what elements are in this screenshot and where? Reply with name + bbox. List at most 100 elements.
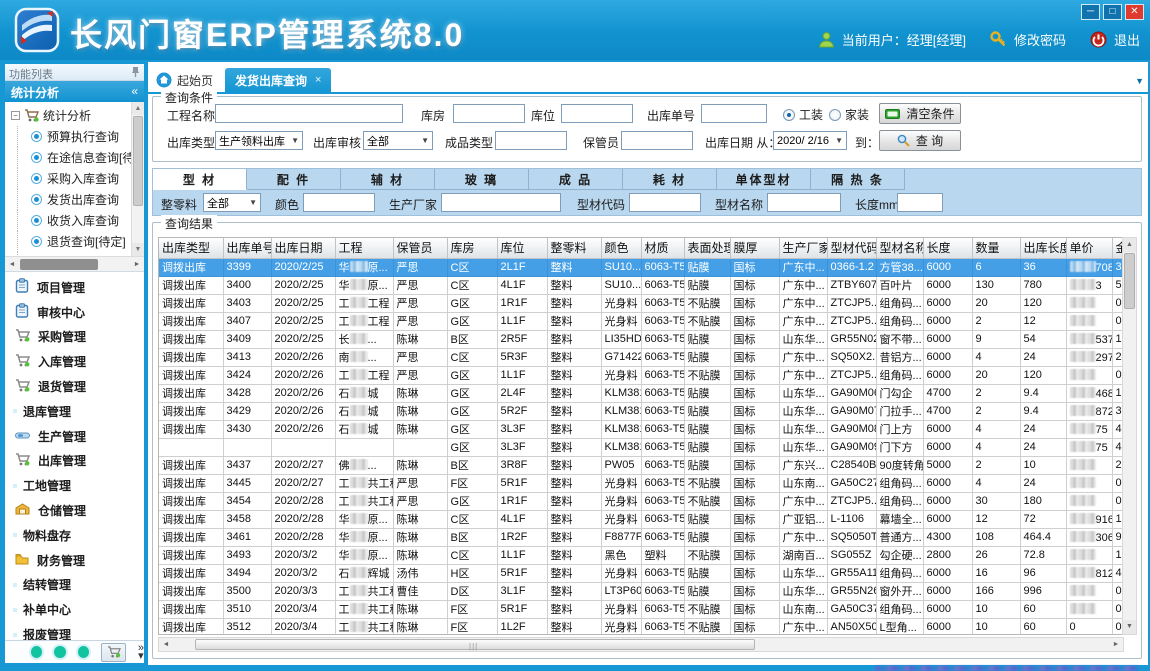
profile-code-input[interactable]	[629, 193, 701, 212]
search-button[interactable]: 查 询	[879, 130, 961, 151]
table-row[interactable]: 调拨出库34092020/2/25长...陈琳B区2R5F整料LI35HD606…	[159, 330, 1124, 348]
table-row[interactable]: 调拨出库35122020/3/4工共工程陈琳F区1L2F整料光身料6063-T5…	[159, 618, 1124, 635]
cart-toolbar-button[interactable]	[101, 643, 126, 662]
toolbar-overflow-button[interactable]: »▾	[138, 644, 144, 660]
scroll-up-icon[interactable]: ▲	[132, 102, 144, 115]
table-row[interactable]: 调拨出库35102020/3/4工共工程陈琳F区5R1F整料光身料6063-T5…	[159, 600, 1124, 618]
logout-link[interactable]: 退出	[1114, 30, 1140, 49]
sidebar-module-入库管理[interactable]: 入库管理	[5, 349, 144, 374]
scroll-left-icon[interactable]: ◄	[159, 641, 173, 648]
sidebar-module-采购管理[interactable]: 采购管理	[5, 325, 144, 350]
tree-item-采购入库查询[interactable]: 采购入库查询	[5, 168, 144, 189]
minimize-button[interactable]: ─	[1081, 4, 1100, 20]
column-header-库房[interactable]: 库房	[447, 238, 497, 258]
module-dot-icon[interactable]	[78, 646, 89, 658]
table-row[interactable]: 调拨出库34002020/2/25华原...严思C区4L1F整料SU10...6…	[159, 276, 1124, 294]
material-tab-型材[interactable]: 型 材	[153, 169, 247, 190]
sidebar-module-审核中心[interactable]: 审核中心	[5, 300, 144, 325]
tree-item-发货出库查询[interactable]: 发货出库查询	[5, 189, 144, 210]
tree-horizontal-scrollbar[interactable]: ◄ ►	[5, 256, 144, 271]
table-row[interactable]: 调拨出库33992020/2/25华原...严思C区2L1F整料SU10...6…	[159, 258, 1124, 276]
tab-close-icon[interactable]: ×	[315, 74, 321, 86]
column-header-型材代码[interactable]: 型材代码	[827, 238, 876, 258]
sidebar-module-财务管理[interactable]: 财务管理	[5, 548, 144, 573]
sidebar-module-物料盘存[interactable]: 物料盘存	[5, 523, 144, 548]
sidebar-module-报废管理[interactable]: 报废管理	[5, 622, 144, 640]
radio-jiazhuang[interactable]: 家装	[829, 106, 869, 123]
scroll-right-icon[interactable]: ►	[1109, 641, 1123, 648]
sidebar-module-退货管理[interactable]: 退货管理	[5, 374, 144, 399]
sidebar-module-出库管理[interactable]: 出库管理	[5, 449, 144, 474]
sidebar-module-工地管理[interactable]: 工地管理	[5, 473, 144, 498]
module-dot-icon[interactable]	[31, 646, 42, 658]
column-header-颜色[interactable]: 颜色	[601, 238, 641, 258]
warehouse-input[interactable]	[453, 104, 525, 123]
tree-item-在途信息查询[待[interactable]: 在途信息查询[待	[5, 147, 144, 168]
keeper-input[interactable]	[621, 131, 693, 150]
table-row[interactable]: 调拨出库34302020/2/26石城陈琳G区3L3F整料KLM38176063…	[159, 420, 1124, 438]
close-button[interactable]: ✕	[1125, 4, 1144, 20]
audit-dropdown[interactable]: 全部▼	[363, 131, 433, 150]
scroll-down-icon[interactable]: ▼	[132, 243, 144, 256]
table-row[interactable]: 调拨出库34612020/2/28华原...陈琳B区1R2F整料F8877FT6…	[159, 528, 1124, 546]
out-type-dropdown[interactable]: 生产领料出库▼	[215, 131, 303, 150]
pin-icon[interactable]	[131, 66, 140, 78]
change-password-link[interactable]: 修改密码	[1014, 30, 1066, 49]
column-header-生产厂家[interactable]: 生产厂家	[779, 238, 827, 258]
sidebar-module-结转管理[interactable]: 结转管理	[5, 573, 144, 598]
sidebar-module-补单中心[interactable]: 补单中心	[5, 597, 144, 622]
scroll-thumb[interactable]	[1124, 253, 1135, 309]
length-input[interactable]	[897, 193, 943, 212]
order-no-input[interactable]	[701, 104, 767, 123]
table-row[interactable]: 调拨出库34292020/2/26石城陈琳G区5R2F整料KLM38176063…	[159, 402, 1124, 420]
module-dot-icon[interactable]	[54, 646, 65, 658]
table-row[interactable]: 调拨出库34032020/2/25工工程严思G区1R1F整料光身料6063-T5…	[159, 294, 1124, 312]
sidebar-module-仓储管理[interactable]: 仓储管理	[5, 498, 144, 523]
tree-item-收货入库查询[interactable]: 收货入库查询	[5, 210, 144, 231]
column-header-单价[interactable]: 单价	[1066, 238, 1112, 258]
product-type-input[interactable]	[495, 131, 567, 150]
zhengling-dropdown[interactable]: 全部▼	[203, 193, 261, 212]
column-header-保管员[interactable]: 保管员	[393, 238, 447, 258]
column-header-数量[interactable]: 数量	[972, 238, 1020, 258]
date-from-dropdown[interactable]: 2020/ 2/16▼	[773, 131, 847, 150]
sidebar-module-项目管理[interactable]: 项目管理	[5, 275, 144, 300]
column-header-表面处理[interactable]: 表面处理	[684, 238, 730, 258]
column-header-库位[interactable]: 库位	[497, 238, 547, 258]
maximize-button[interactable]: □	[1103, 4, 1122, 20]
clear-conditions-button[interactable]: 清空条件	[879, 103, 961, 124]
tree-expand-icon[interactable]: −	[11, 111, 20, 120]
table-row[interactable]: 调拨出库34542020/2/28工共工程严思G区1R1F整料光身料6063-T…	[159, 492, 1124, 510]
manufacturer-input[interactable]	[441, 193, 561, 212]
column-header-膜厚[interactable]: 膜厚	[730, 238, 779, 258]
column-header-型材名称[interactable]: 型材名称	[876, 238, 923, 258]
material-tab-玻璃[interactable]: 玻 璃	[435, 169, 529, 190]
tree-vertical-scrollbar[interactable]: ▲ ▼	[131, 102, 144, 256]
column-header-出库长度[interactable]: 出库长度	[1020, 238, 1066, 258]
scroll-up-icon[interactable]: ▲	[1123, 238, 1136, 252]
column-header-整零料[interactable]: 整零料	[547, 238, 601, 258]
table-row[interactable]: 调拨出库34132020/2/26南...严思C区5R3F整料G71422606…	[159, 348, 1124, 366]
table-row[interactable]: 调拨出库34582020/2/28华原...陈琳C区4L1F整料光身料6063-…	[159, 510, 1124, 528]
material-tab-单体型材[interactable]: 单体型材	[717, 169, 811, 190]
column-header-出库日期[interactable]: 出库日期	[271, 238, 335, 258]
column-header-出库类型[interactable]: 出库类型	[159, 238, 223, 258]
tab-active[interactable]: 发货出库查询 ×	[225, 68, 331, 92]
stat-group-header[interactable]: 统计分析 «	[5, 81, 144, 102]
scroll-thumb[interactable]	[20, 259, 98, 270]
material-tab-配件[interactable]: 配 件	[247, 169, 341, 190]
column-header-材质[interactable]: 材质	[641, 238, 684, 258]
scroll-right-icon[interactable]: ►	[130, 261, 144, 268]
sidebar-module-退库管理[interactable]: 退库管理	[5, 399, 144, 424]
profile-name-input[interactable]	[767, 193, 841, 212]
table-row[interactable]: 调拨出库34452020/2/27工共工程严思F区5R1F整料光身料6063-T…	[159, 474, 1124, 492]
table-row[interactable]: 调拨出库34932020/3/2华原...陈琳C区1L1F整料黑色塑料不贴膜国标…	[159, 546, 1124, 564]
column-header-长度[interactable]: 长度	[923, 238, 972, 258]
table-row[interactable]: 调拨出库34242020/2/26工工程严思G区1L1F整料光身料6063-T5…	[159, 366, 1124, 384]
material-tab-成品[interactable]: 成 品	[529, 169, 623, 190]
material-tab-辅材[interactable]: 辅 材	[341, 169, 435, 190]
color-input[interactable]	[303, 193, 375, 212]
tab-list-dropdown-icon[interactable]: ▼	[1135, 76, 1144, 86]
table-row[interactable]: G区3L3F整料KLM38176063-T5贴膜国标山东华...GA90M09.…	[159, 438, 1124, 456]
table-row[interactable]: 调拨出库35002020/3/3工共工程曹佳D区3L1F整料LT3P606063…	[159, 582, 1124, 600]
